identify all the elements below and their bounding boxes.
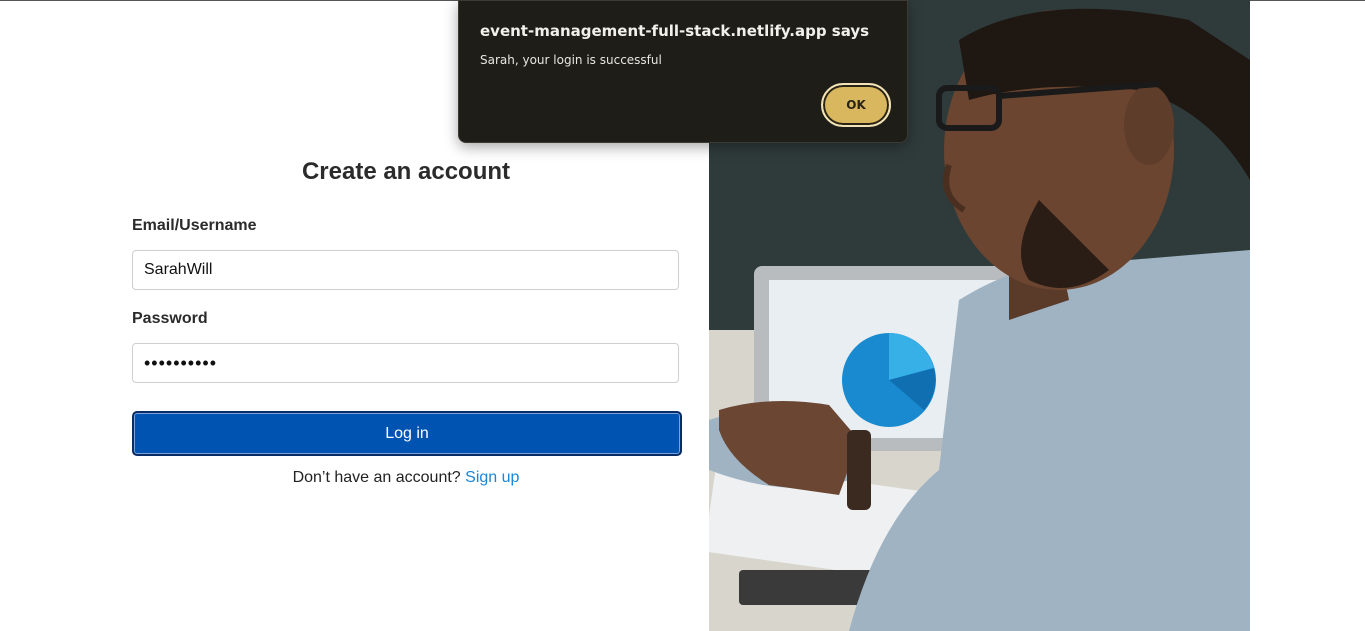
login-button[interactable]: Log in [132, 411, 682, 456]
dialog-origin: event-management-full-stack.netlify.app … [480, 22, 870, 40]
page-title: Create an account [301, 158, 511, 185]
email-label: Email/Username [132, 217, 257, 234]
ok-button[interactable]: OK [821, 83, 891, 127]
signup-link[interactable]: Sign up [465, 469, 519, 486]
signup-prompt: Don’t have an account? Sign up [132, 469, 680, 487]
email-input[interactable] [132, 250, 679, 290]
signup-prompt-text: Don’t have an account? [292, 469, 461, 486]
dialog-message: Sarah, your login is successful [480, 53, 662, 67]
password-input[interactable] [132, 343, 679, 383]
alert-dialog: event-management-full-stack.netlify.app … [458, 0, 908, 143]
password-label: Password [132, 310, 208, 327]
